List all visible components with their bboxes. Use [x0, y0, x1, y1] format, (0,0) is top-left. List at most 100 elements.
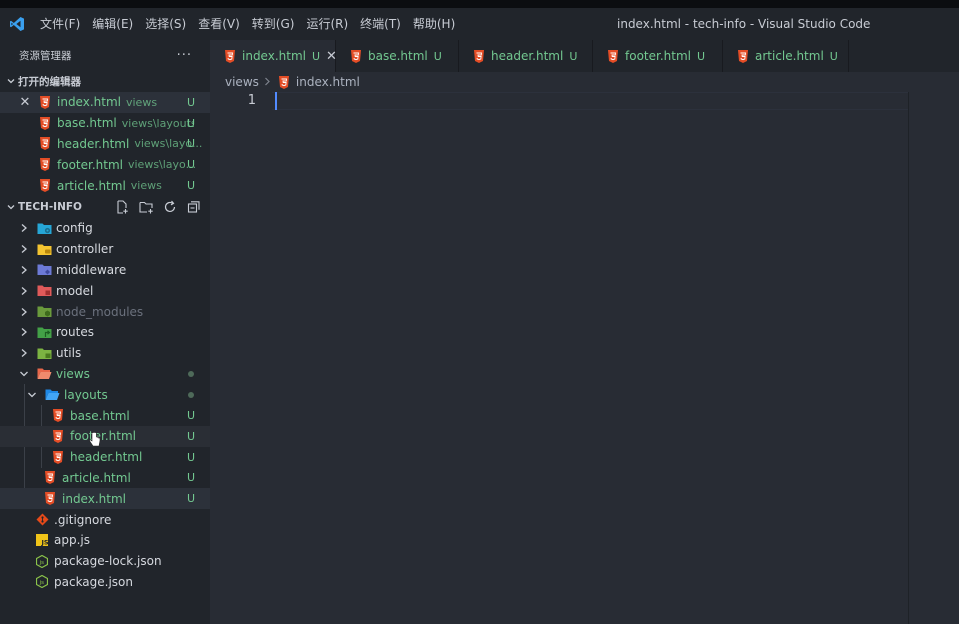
html-file-icon [348, 48, 364, 64]
file-name: header.html [57, 136, 130, 151]
menu-file[interactable]: 文件(F) [34, 8, 86, 40]
explorer-header: 资源管理器 ··· [0, 40, 210, 70]
tree-folder-model[interactable]: model [0, 280, 210, 301]
git-status-badge: U [186, 116, 195, 130]
tab-label: index.html [242, 49, 306, 63]
tree-folder-views[interactable]: views [0, 364, 210, 385]
tree-folder-routes[interactable]: routes [0, 322, 210, 343]
folder-controller-icon [36, 241, 52, 257]
open-editor-item[interactable]: base.html views\layouts U [0, 113, 210, 134]
explorer-title: 资源管理器 [19, 49, 72, 62]
tree-file-gitignore[interactable]: .gitignore [0, 509, 210, 530]
open-editors-title: 打开的编辑器 [18, 75, 81, 88]
breadcrumb-file[interactable]: index.html [296, 75, 360, 89]
tree-folder-utils[interactable]: utils [0, 343, 210, 364]
refresh-icon[interactable] [162, 199, 178, 215]
git-modified-dot [188, 391, 194, 398]
menu-edit[interactable]: 编辑(E) [86, 8, 139, 40]
tab-git-badge: U [433, 49, 442, 63]
project-header[interactable]: TECH-INFO [0, 196, 210, 218]
git-status-badge: U [186, 429, 195, 443]
chevron-down-icon [4, 202, 18, 212]
git-status-badge: U [186, 95, 195, 109]
tab-index[interactable]: index.html U ✕ [210, 40, 337, 72]
tab-article[interactable]: article.html U [723, 40, 849, 72]
git-status-badge: U [186, 492, 195, 506]
file-name: .gitignore [54, 512, 112, 527]
menu-go[interactable]: 转到(G) [246, 8, 301, 40]
chevron-right-icon [18, 222, 30, 234]
folder-name: model [56, 283, 94, 298]
tree-folder-config[interactable]: config [0, 218, 210, 239]
html-file-icon [37, 157, 53, 173]
open-editor-item[interactable]: ✕ index.html views U [0, 92, 210, 113]
file-name: package.json [54, 574, 134, 589]
file-name: base.html [70, 408, 130, 423]
html-file-icon [42, 491, 58, 507]
git-status-badge: U [186, 450, 195, 464]
chevron-down-icon [18, 368, 30, 380]
tab-base[interactable]: base.html U [336, 40, 459, 72]
tab-footer[interactable]: footer.html U [593, 40, 723, 72]
menu-selection[interactable]: 选择(S) [139, 8, 192, 40]
chevron-right-icon [18, 243, 30, 255]
collapse-all-icon[interactable] [186, 199, 202, 215]
file-name: app.js [54, 533, 90, 548]
tab-header[interactable]: header.html U [459, 40, 593, 72]
tree-folder-controller[interactable]: controller [0, 239, 210, 260]
project-title: TECH-INFO [18, 200, 82, 213]
menu-bar: 文件(F) 编辑(E) 选择(S) 查看(V) 转到(G) 运行(R) 终端(T… [34, 8, 461, 40]
folder-name: layouts [64, 387, 108, 402]
tab-git-badge: U [569, 49, 578, 63]
file-path: views\layo... [127, 158, 197, 172]
tree-file-footer[interactable]: footer.html U [0, 425, 210, 447]
folder-config-icon [36, 220, 52, 236]
menu-view[interactable]: 查看(V) [192, 8, 246, 40]
tree-file-app-js[interactable]: JS app.js [0, 530, 210, 551]
tab-label: header.html [491, 49, 564, 63]
close-icon[interactable]: ✕ [18, 95, 32, 110]
tree-file-package[interactable]: js package.json [0, 572, 210, 593]
tree-folder-node-modules[interactable]: node_modules [0, 301, 210, 322]
file-name: article.html [57, 178, 126, 193]
file-name: header.html [70, 450, 143, 465]
explorer-sidebar: 资源管理器 ··· 打开的编辑器 ✕ index.html views U ba… [0, 40, 210, 624]
html-file-icon [37, 94, 53, 110]
tree-file-package-lock[interactable]: js package-lock.json [0, 551, 210, 572]
tree-file-base[interactable]: base.html U [0, 405, 210, 426]
code-editor[interactable]: 1 [210, 92, 959, 624]
svg-text:JS: JS [41, 539, 49, 547]
folder-name: utils [56, 346, 82, 361]
tree-folder-middleware[interactable]: middleware [0, 260, 210, 281]
more-actions-icon[interactable]: ··· [177, 48, 192, 63]
folder-views-open-icon [36, 366, 52, 382]
git-status-badge: U [186, 471, 195, 485]
tree-file-article[interactable]: article.html U [0, 468, 210, 489]
chevron-right-icon [18, 264, 30, 276]
menu-run[interactable]: 运行(R) [300, 8, 354, 40]
menu-terminal[interactable]: 终端(T) [354, 8, 407, 40]
open-editor-item[interactable]: header.html views\layo... U [0, 134, 210, 155]
tab-git-badge: U [829, 49, 838, 63]
chevron-right-icon [18, 285, 30, 297]
explorer-toolbar [114, 199, 210, 215]
tree-file-header[interactable]: header.html U [0, 447, 210, 468]
file-name: package-lock.json [54, 554, 162, 569]
tree-file-index[interactable]: index.html U [0, 488, 210, 510]
git-status-badge: U [186, 158, 195, 172]
breadcrumb-folder[interactable]: views [225, 75, 259, 89]
text-cursor [275, 92, 277, 110]
open-editor-item[interactable]: footer.html views\layo... U [0, 154, 210, 175]
file-name: footer.html [57, 157, 123, 172]
chevron-right-icon [18, 306, 30, 318]
tab-git-badge: U [311, 49, 321, 63]
new-folder-icon[interactable] [138, 199, 154, 215]
new-file-icon[interactable] [114, 199, 130, 215]
html-file-icon [42, 470, 58, 486]
menu-help[interactable]: 帮助(H) [407, 8, 461, 40]
open-editor-item[interactable]: article.html views U [0, 175, 210, 196]
html-file-icon [50, 449, 66, 465]
open-editors-header[interactable]: 打开的编辑器 [0, 70, 210, 92]
folder-name: controller [56, 242, 114, 257]
tree-folder-layouts[interactable]: layouts [0, 384, 210, 405]
